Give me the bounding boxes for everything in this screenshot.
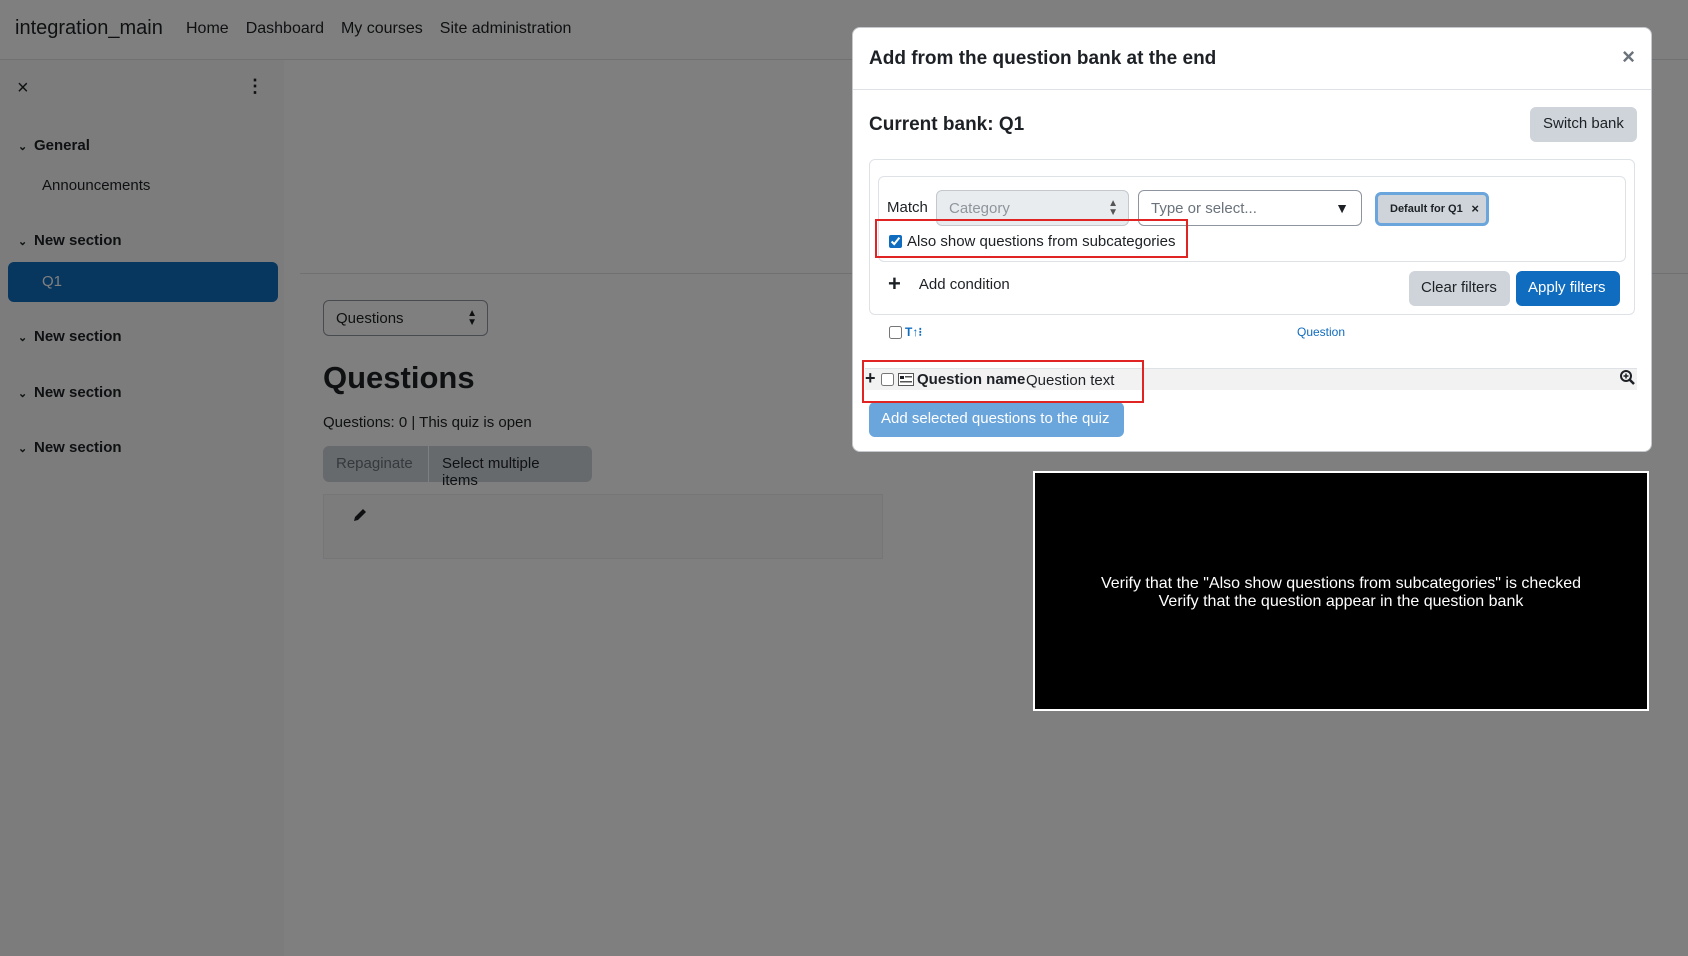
modal-header: Add from the question bank at the end × bbox=[853, 28, 1651, 90]
select-arrows-icon: ▲▼ bbox=[1108, 198, 1118, 218]
dropdown-triangle-icon[interactable]: ▼ bbox=[1335, 200, 1349, 216]
modal-title: Add from the question bank at the end bbox=[869, 48, 1217, 69]
selected-category-tag[interactable]: Default for Q1 × bbox=[1375, 192, 1489, 226]
apply-filters-button[interactable]: Apply filters bbox=[1516, 271, 1620, 306]
zoom-in-icon[interactable] bbox=[1620, 370, 1635, 390]
close-icon[interactable]: × bbox=[1622, 44, 1635, 70]
add-selected-questions-button[interactable]: Add selected questions to the quiz bbox=[869, 402, 1124, 437]
instruction-caption: Verify that the "Also show questions fro… bbox=[1033, 471, 1649, 711]
table-header: T↑⁝ Question bbox=[889, 325, 1635, 345]
question-row-highlight-box bbox=[862, 360, 1144, 403]
plus-icon: + bbox=[888, 271, 901, 296]
caption-line-2: Verify that the question appear in the q… bbox=[1158, 593, 1524, 610]
match-label: Match bbox=[887, 199, 928, 216]
sort-type-icon[interactable]: T↑⁝ bbox=[905, 325, 922, 339]
current-bank-title: Current bank: Q1 bbox=[869, 114, 1025, 135]
switch-bank-button[interactable]: Switch bank bbox=[1530, 107, 1637, 142]
add-condition-button[interactable]: + Add condition bbox=[888, 271, 1010, 296]
subcategories-highlight-box bbox=[875, 219, 1188, 258]
remove-tag-icon[interactable]: × bbox=[1471, 201, 1479, 216]
clear-filters-button[interactable]: Clear filters bbox=[1409, 271, 1510, 306]
question-column-header[interactable]: Question bbox=[1297, 325, 1345, 339]
caption-line-1: Verify that the "Also show questions fro… bbox=[1100, 575, 1582, 592]
select-all-checkbox[interactable] bbox=[889, 326, 902, 339]
